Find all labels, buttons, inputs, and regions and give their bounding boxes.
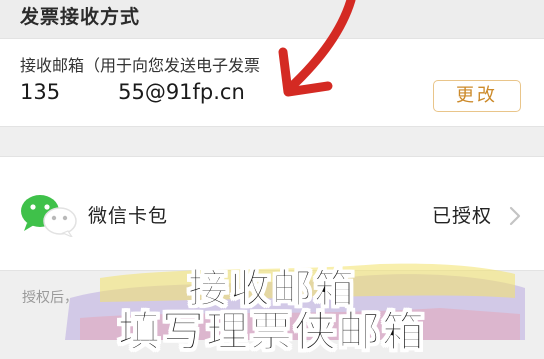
chevron-right-icon <box>509 206 521 226</box>
wechat-card-row[interactable]: 微信卡包 已授权 <box>0 156 544 271</box>
invoice-receive-section-header: 发票接收方式 <box>0 0 544 38</box>
wechat-icon <box>21 195 77 237</box>
email-value: 135 55@91fp.cn <box>20 80 245 104</box>
email-value-suffix: 55@91fp.cn <box>118 80 245 104</box>
email-label: 接收邮箱（用于向您发送电子发票 <box>20 56 261 75</box>
redacted-area <box>60 81 118 99</box>
email-card: 接收邮箱（用于向您发送电子发票 135 55@91fp.cn 更改 <box>0 38 544 127</box>
email-value-prefix: 135 <box>20 80 61 104</box>
wechat-card-label: 微信卡包 <box>88 205 169 227</box>
section-title: 发票接收方式 <box>20 6 141 28</box>
authorization-status: 已授权 <box>432 205 493 227</box>
change-email-button[interactable]: 更改 <box>433 80 521 112</box>
caption-line-2: 填写理票侠邮箱 <box>117 307 426 357</box>
